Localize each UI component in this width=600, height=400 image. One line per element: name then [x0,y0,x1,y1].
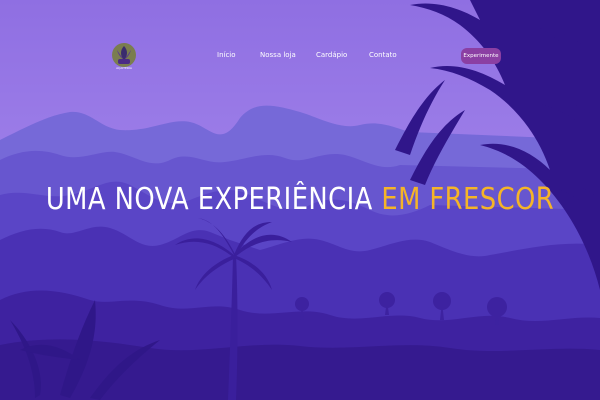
nav-link-nossa-loja[interactable]: Nossa loja [260,51,296,59]
nav-link-cardapio[interactable]: Cardápio [316,51,347,59]
nav-link-contato[interactable]: Contato [369,51,397,59]
headline-part-1: UMA NOVA EXPERIÊNCIA [45,182,373,217]
top-navigation: AÇAITERIA Início Nossa loja Cardápio Con… [0,0,600,90]
headline-part-2: EM FRESCOR [381,182,555,217]
brand-caption: AÇAITERIA [116,66,132,70]
experimente-button[interactable]: Experimente [461,48,501,64]
hero-headline: UMA NOVA EXPERIÊNCIA EM FRESCOR [42,180,558,220]
nav-link-inicio[interactable]: Início [217,51,236,59]
